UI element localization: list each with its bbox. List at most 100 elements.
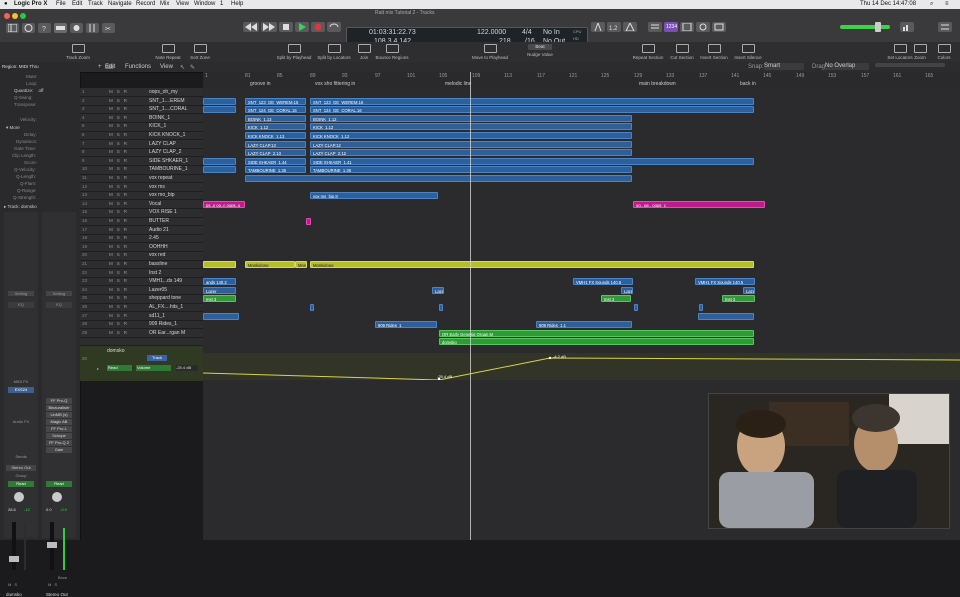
right-volume-fader[interactable] — [47, 542, 57, 548]
region[interactable]: LAZY CLAP_2.12 — [310, 149, 632, 157]
region-header[interactable]: Region: MIDI Thru — [2, 64, 78, 69]
cycle-button[interactable] — [327, 22, 341, 32]
plugin-list[interactable]: FF Pro-Q Binauraliser LinMB (s) Magic AB… — [46, 398, 72, 454]
track-name[interactable]: VOX RISE 1 — [149, 209, 177, 215]
track-name[interactable]: TAMBOURINE_1 — [149, 166, 188, 172]
zoom-window-button[interactable] — [20, 13, 26, 19]
insert-silence-tool[interactable]: Insert Silence — [728, 44, 768, 60]
bounce-button[interactable]: Bnce — [58, 575, 67, 580]
region[interactable] — [203, 106, 236, 114]
colors-tool[interactable]: Colors — [930, 44, 958, 60]
automation-value[interactable]: -25.4 dB — [176, 365, 198, 371]
track-name[interactable]: vox red — [149, 252, 165, 258]
spotlight-icon[interactable]: ⌕ — [930, 1, 933, 8]
track-name[interactable]: sd11_1 — [149, 313, 165, 319]
region[interactable]: Monk — [295, 261, 307, 268]
menu-edit[interactable]: Edit — [72, 1, 82, 7]
edit-menu[interactable]: Edit — [105, 64, 115, 70]
mute-solo-record-buttons[interactable]: MSR — [109, 201, 131, 206]
region[interactable] — [439, 304, 443, 311]
rewind-button[interactable] — [243, 22, 259, 32]
region[interactable]: LAZY CLAP.13 — [245, 140, 306, 148]
region[interactable]: SNT_124_GE_CORAL.16 — [310, 106, 754, 114]
left-setting-button[interactable]: Setting — [8, 291, 34, 296]
marker[interactable]: main breakdown — [639, 81, 676, 87]
right-setting-button[interactable]: Setting — [46, 291, 72, 296]
track-name[interactable]: bassline — [149, 261, 167, 267]
track-name[interactable]: 909 Rides_1 — [149, 321, 177, 327]
forward-button[interactable] — [261, 22, 277, 32]
menu-1[interactable]: 1 — [220, 1, 223, 7]
app-menu[interactable]: Logic Pro X — [14, 1, 47, 7]
insp-transpose[interactable]: Transpose: — [14, 102, 90, 107]
mute-solo-record-buttons[interactable]: MSR — [109, 149, 131, 154]
track-name[interactable]: SNT_1....EREM — [149, 98, 185, 104]
region[interactable]: BOINK_1.12 — [310, 114, 632, 122]
output-slot[interactable]: Stereo Out — [6, 465, 36, 471]
track-name[interactable]: AL_FX....hits_1 — [149, 304, 183, 310]
stop-button[interactable] — [279, 22, 293, 32]
metronome-button[interactable] — [623, 22, 637, 32]
marker[interactable]: vox sho fittering in — [315, 81, 355, 87]
track-name[interactable]: Audio 21 — [149, 227, 169, 233]
track-name[interactable]: vox repeat — [149, 175, 172, 181]
track-name[interactable]: VMH1...ds 149 — [149, 278, 182, 284]
marker[interactable]: back in — [740, 81, 756, 87]
region[interactable] — [699, 304, 703, 311]
region[interactable]: Inst 3 — [601, 295, 631, 303]
region[interactable]: Lazer — [432, 286, 444, 294]
drag-select[interactable]: No Overlap — [825, 63, 869, 70]
toolbar-button[interactable] — [54, 23, 67, 33]
automation-mode-select[interactable]: Read — [107, 365, 132, 371]
waveform-zoom-slider[interactable] — [875, 63, 945, 67]
automation-track-button[interactable]: Track — [147, 355, 167, 361]
track-name[interactable]: BOINK_1 — [149, 115, 170, 121]
track-name[interactable]: sheppard tone — [149, 295, 181, 301]
mute-solo-record-buttons[interactable]: MSR — [109, 330, 131, 335]
mute-solo-record-buttons[interactable]: MSR — [109, 270, 131, 275]
insp-q-velocity[interactable]: Q-Velocity: — [14, 167, 90, 172]
mute-solo-record-buttons[interactable]: MSR — [109, 227, 131, 232]
left-eq-display[interactable]: EQ — [8, 302, 34, 308]
mixer-button[interactable] — [86, 23, 99, 33]
mute-solo-record-buttons[interactable]: MSR — [109, 244, 131, 249]
region[interactable]: ands 140.2 — [203, 278, 236, 286]
split-by-playhead-tool[interactable]: Split by Playhead — [274, 44, 314, 60]
snap-select[interactable]: Smart — [764, 63, 804, 70]
insp-track-header[interactable]: ▸ Track: domsko — [4, 204, 80, 210]
track-name[interactable]: Inst 2 — [149, 270, 161, 276]
automation-track-header[interactable]: 30 domsko Track ▸ Read Volume -25.4 dB — [80, 345, 203, 381]
notepad-button[interactable] — [680, 22, 694, 32]
region[interactable] — [203, 157, 236, 165]
editors-button[interactable]: ✂ — [102, 23, 115, 33]
mute-solo-record-buttons[interactable]: MSR — [109, 261, 131, 266]
track-name[interactable]: Lazer05 — [149, 287, 167, 293]
menu-view[interactable]: View — [176, 1, 189, 7]
mute-solo-record-buttons[interactable]: MSR — [109, 123, 131, 128]
right-pan-knob[interactable] — [52, 492, 62, 502]
notification-icon[interactable]: ≡ — [945, 1, 949, 7]
marker[interactable]: groove in — [250, 81, 271, 87]
region[interactable]: SNT_123_GE_WEREM.16 — [310, 97, 754, 105]
mute-solo-record-buttons[interactable]: MSR — [109, 106, 131, 111]
region[interactable]: ps..o oo..c oops..o — [203, 200, 245, 208]
region[interactable]: KICK KNOCK_1.13 — [245, 132, 306, 139]
marker[interactable]: melodic line — [445, 81, 471, 87]
insp-qswing[interactable]: Q-Swing: — [14, 95, 90, 100]
record-button[interactable] — [311, 22, 325, 32]
region[interactable]: OR Early Genesis Organ M — [439, 329, 754, 337]
region[interactable] — [203, 312, 239, 320]
region[interactable]: TAMBOURINE_1.36 — [310, 166, 632, 174]
track-name[interactable]: SNT_1....CORAL — [149, 106, 187, 112]
region[interactable] — [634, 304, 638, 311]
nudge-value-select[interactable]: Beat — [528, 44, 552, 50]
play-button[interactable] — [295, 22, 309, 32]
insp-more[interactable]: ▾ More — [6, 125, 82, 131]
region[interactable]: KICK_1.12 — [245, 123, 306, 131]
track-name[interactable]: KICK_1 — [149, 123, 166, 129]
region[interactable]: KICK KNOCK_1.12 — [310, 132, 632, 139]
sort-zone-tool[interactable]: Sort Zone — [180, 44, 220, 60]
region[interactable]: 909 Rides_1.1 — [536, 321, 632, 329]
menu-window[interactable]: Window — [194, 1, 215, 7]
right-mute-solo[interactable]: MS — [48, 582, 60, 587]
